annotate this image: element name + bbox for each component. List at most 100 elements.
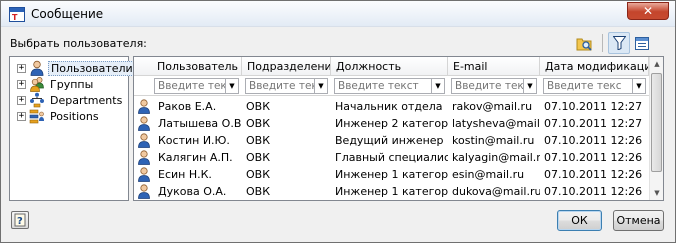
- toolbar-separator: [602, 34, 603, 52]
- table-cell: Дукова О.А.: [158, 185, 227, 198]
- table-view-icon: [635, 36, 649, 50]
- tree-item[interactable]: + Departments: [10, 92, 124, 108]
- table-cell: ОВК: [246, 151, 271, 164]
- user-icon: [138, 116, 150, 131]
- table-cell: ОВК: [246, 168, 271, 181]
- find-folder-button[interactable]: [573, 32, 595, 54]
- filter-input[interactable]: [334, 78, 432, 94]
- grid-header: Пользователь Подразделение Должность E-mail…: [134, 57, 649, 76]
- table-cell: ОВК: [246, 185, 271, 198]
- expand-icon[interactable]: +: [17, 79, 26, 89]
- group-icon: [30, 77, 44, 92]
- scroll-up-icon[interactable]: ▲: [650, 57, 663, 71]
- user-icon: [138, 99, 150, 114]
- table-row[interactable]: Калягин А.П. ОВК Главный специалист kalyagi…: [134, 149, 649, 166]
- table-row[interactable]: Есин Н.К. ОВК Инженер 1 категории esin@mail…: [134, 166, 649, 183]
- column-filter: ▼: [543, 78, 646, 94]
- filter-input[interactable]: [451, 78, 524, 94]
- close-icon: ✕: [642, 4, 654, 18]
- tree-item[interactable]: + Группы: [10, 76, 95, 92]
- column-header[interactable]: Пользователь: [134, 57, 242, 76]
- user-icon: [138, 150, 150, 165]
- tree-item[interactable]: + Пользователи: [10, 60, 136, 76]
- folder-search-icon: [576, 38, 592, 51]
- user-icon: [138, 184, 150, 199]
- column-header[interactable]: Дата модификации: [540, 57, 649, 76]
- filter-dropdown-icon[interactable]: ▼: [315, 78, 328, 94]
- tree-item-label: Пользователи: [48, 60, 136, 76]
- expand-icon[interactable]: +: [17, 111, 26, 121]
- table-row[interactable]: Раков Е.А. ОВК Начальник отдела rakov@mail.…: [134, 98, 649, 115]
- table-cell: rakov@mail.ru: [452, 100, 533, 113]
- cancel-button[interactable]: Отмена: [613, 210, 664, 231]
- filter-icon: [612, 36, 626, 50]
- table-cell: Инженер 1 категории: [335, 185, 448, 198]
- tree-item-label: Группы: [50, 77, 94, 91]
- help-button[interactable]: ?: [11, 211, 29, 229]
- expand-icon[interactable]: +: [17, 63, 26, 73]
- scroll-down-icon[interactable]: ▼: [650, 186, 663, 200]
- department-icon: [30, 92, 44, 108]
- table-cell: 07.10.2011 12:26: [544, 151, 643, 164]
- table-cell: Начальник отдела: [335, 100, 443, 113]
- table-cell: kalyagin@mail.ru: [452, 151, 540, 164]
- close-button[interactable]: ✕: [627, 2, 669, 20]
- table-cell: 07.10.2011 12:27: [544, 117, 643, 130]
- users-grid[interactable]: Пользователь Подразделение Должность E-mail…: [133, 56, 664, 201]
- table-row[interactable]: Дукова О.А. ОВК Инженер 1 категории dukova@…: [134, 183, 649, 200]
- columns-view-button[interactable]: [631, 32, 653, 54]
- column-filter: ▼: [451, 78, 537, 94]
- table-cell: kostin@mail.ru: [452, 134, 535, 147]
- table-cell: 07.10.2011 12:27: [544, 100, 643, 113]
- table-cell: Калягин А.П.: [158, 151, 233, 164]
- filter-input[interactable]: [154, 78, 226, 94]
- column-header[interactable]: E-mail: [448, 57, 540, 76]
- column-filter: ▼: [154, 78, 239, 94]
- table-cell: Ведущий инженер: [335, 134, 444, 147]
- filter-dropdown-icon[interactable]: ▼: [524, 78, 537, 94]
- table-cell: 07.10.2011 12:26: [544, 168, 643, 181]
- table-cell: 07.10.2011 12:26: [544, 134, 643, 147]
- svg-text:?: ?: [17, 216, 23, 227]
- vertical-scrollbar[interactable]: ▲ ▼: [649, 57, 663, 200]
- column-filter: ▼: [245, 78, 328, 94]
- help-icon: ?: [14, 213, 26, 227]
- table-cell: latysheva@mail.ru: [452, 117, 540, 130]
- table-cell: Главный специалист: [335, 151, 448, 164]
- table-cell: esin@mail.ru: [452, 168, 525, 181]
- filter-input[interactable]: [245, 78, 315, 94]
- window-title: Сообщение: [31, 7, 104, 21]
- position-icon: [29, 109, 44, 124]
- table-cell: Раков Е.А.: [158, 100, 217, 113]
- table-cell: dukova@mail.ru: [452, 185, 540, 198]
- table-cell: ОВК: [246, 117, 271, 130]
- title-bar[interactable]: T Сообщение ✕: [1, 1, 675, 27]
- column-header[interactable]: Должность: [331, 57, 448, 76]
- scroll-thumb[interactable]: [651, 73, 662, 172]
- column-header[interactable]: Подразделение: [242, 57, 331, 76]
- table-cell: Инженер 1 категории: [335, 168, 448, 181]
- table-cell: Инженер 2 категории: [335, 117, 448, 130]
- filter-dropdown-icon[interactable]: ▼: [226, 78, 239, 94]
- svg-text:T: T: [12, 13, 18, 22]
- user-icon: [138, 167, 150, 182]
- filter-toggle-button[interactable]: [608, 32, 630, 54]
- table-row[interactable]: Костин И.Ю. ОВК Ведущий инженер kostin@mail…: [134, 132, 649, 149]
- table-row[interactable]: Латышева О.В. ОВК Инженер 2 категории latys…: [134, 115, 649, 132]
- ok-button[interactable]: ОК: [557, 210, 602, 231]
- table-cell: Костин И.Ю.: [158, 134, 230, 147]
- filter-input[interactable]: [543, 78, 633, 94]
- tree-item-label: Positions: [50, 109, 99, 123]
- table-cell: Есин Н.К.: [158, 168, 212, 181]
- filter-row: ▼ ▼ ▼ ▼ ▼: [134, 76, 649, 96]
- tree-item[interactable]: + Positions: [10, 108, 101, 124]
- table-cell: ОВК: [246, 100, 271, 113]
- message-dialog: T Сообщение ✕ Выбрать пользователя: + Пол…: [0, 0, 676, 243]
- table-cell: 07.10.2011 12:26: [544, 185, 643, 198]
- filter-dropdown-icon[interactable]: ▼: [633, 78, 646, 94]
- filter-dropdown-icon[interactable]: ▼: [432, 78, 445, 94]
- expand-icon[interactable]: +: [17, 95, 26, 105]
- user-icon: [138, 133, 150, 148]
- category-tree[interactable]: + Пользователи + Группы + Departments + Positio…: [9, 56, 136, 201]
- table-cell: ОВК: [246, 134, 271, 147]
